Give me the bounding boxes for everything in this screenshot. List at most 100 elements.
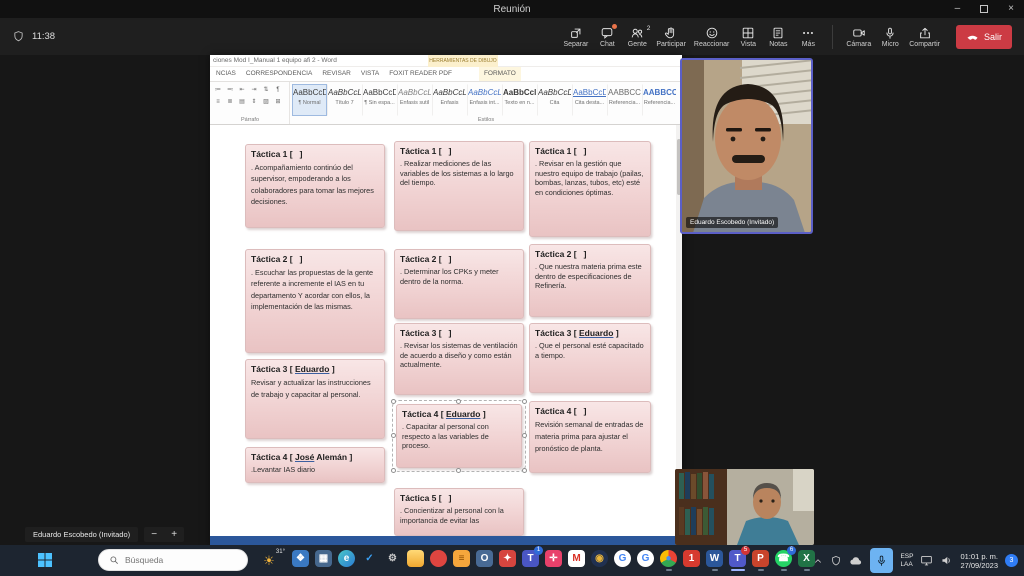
file-explorer-icon[interactable]	[407, 550, 424, 567]
selection-handle[interactable]	[391, 468, 396, 473]
selection-handle[interactable]	[456, 468, 461, 473]
todo-check-icon[interactable]: ✓	[361, 550, 378, 567]
minimize-button[interactable]: –	[955, 4, 961, 14]
tactic-box[interactable]: Táctica 3 [ Eduardo ] Revisar y actualiz…	[245, 359, 385, 439]
start-button[interactable]	[36, 552, 53, 569]
people-share-icon[interactable]: ✦	[499, 550, 516, 567]
vista-button[interactable]: Vista	[733, 23, 763, 50]
notas-button[interactable]: Notas	[763, 23, 793, 50]
participar-button[interactable]: Participar	[652, 23, 690, 50]
sort-button[interactable]: ⇅	[260, 84, 272, 96]
pomodoro-app-icon[interactable]	[430, 550, 447, 567]
clock-widget[interactable]: 01:01 p. m. 27/09/2023	[960, 552, 998, 570]
decrease-indent-button[interactable]: ⇤	[236, 84, 248, 96]
spacing-button[interactable]: ⇕	[248, 96, 260, 108]
bullet-list-button[interactable]: ≔	[212, 84, 224, 96]
security-shield-icon[interactable]	[830, 555, 842, 567]
tactic-box[interactable]: Táctica 5 [] . Concientizar al personal …	[394, 488, 524, 536]
tactic-box[interactable]: Táctica 1 [] . Realizar mediciones de la…	[394, 141, 524, 231]
participant-video-main[interactable]: Eduardo Escobedo (Invitado)	[680, 58, 813, 234]
zoom-in-button[interactable]: +	[164, 527, 184, 542]
tray-microphone-button[interactable]	[870, 548, 893, 573]
style-item[interactable]: AaBbCcD ¶ Normal	[292, 84, 327, 116]
powerpoint-icon[interactable]: P	[752, 550, 769, 567]
google-search-icon-2[interactable]: G	[637, 550, 654, 567]
micro-button[interactable]: Micro	[875, 23, 905, 50]
office-app-icon[interactable]: O	[476, 550, 493, 567]
maximize-button[interactable]	[980, 5, 988, 13]
chrome-icon[interactable]: ●	[660, 550, 677, 567]
tactic-box[interactable]: Táctica 2 [] . Que nuestra materia prima…	[529, 244, 651, 317]
excel-icon[interactable]: X	[798, 550, 815, 567]
weather-widget[interactable]: ☀ 31°	[256, 550, 282, 572]
display-icon[interactable]	[920, 554, 933, 567]
google-search-icon[interactable]: G	[614, 550, 631, 567]
tab-revisar[interactable]: REVISAR	[317, 67, 356, 81]
style-item[interactable]: AaBbCcL Énfasis	[432, 84, 467, 116]
tactic-box[interactable]: Táctica 3 [ Eduardo ] . Que el personal …	[529, 323, 651, 393]
tactic-box[interactable]: Táctica 1 [] . Revisar en la gestión que…	[529, 141, 651, 237]
selection-handle[interactable]	[456, 399, 461, 404]
word-icon[interactable]: W	[706, 550, 723, 567]
red-one-app-icon[interactable]: 1	[683, 550, 700, 567]
self-view-video[interactable]	[675, 469, 814, 545]
tab-referencias[interactable]: NCIAS	[211, 67, 241, 81]
selection-handle[interactable]	[522, 399, 527, 404]
taskbar-search[interactable]	[98, 549, 248, 571]
style-item[interactable]: AaBbCcD Cita	[537, 84, 572, 116]
zoom-out-button[interactable]: −	[144, 527, 164, 542]
language-indicator[interactable]: ESP LAA	[900, 553, 913, 568]
tactic-box[interactable]: Táctica 2 [] . Determinar los CPKs y met…	[394, 249, 524, 319]
settings-gear-icon[interactable]: ⚙	[384, 550, 401, 567]
style-item[interactable]: AABBCC Referencia...	[642, 84, 677, 116]
close-button[interactable]: ×	[1008, 4, 1014, 14]
style-item[interactable]: AaBbCcL Énfasis int...	[467, 84, 502, 116]
style-item[interactable]: AaBbCcL Título 7	[327, 84, 362, 116]
tactic-box-selected[interactable]: Táctica 4 [ Eduardo ] . Capacitar al per…	[396, 404, 522, 468]
tab-correspondencia[interactable]: CORRESPONDENCIA	[241, 67, 317, 81]
mas-button[interactable]: Más	[793, 23, 823, 50]
separar-button[interactable]: Separar	[559, 23, 592, 50]
align-justify-button[interactable]: ≣	[224, 96, 236, 108]
style-item[interactable]: AaBbCcD ¶ Sin espa...	[362, 84, 397, 116]
selection-handle[interactable]	[391, 399, 396, 404]
onedrive-cloud-icon[interactable]	[849, 554, 863, 568]
photos-app-icon[interactable]: ❖	[292, 550, 309, 567]
gmail-icon[interactable]: M	[568, 550, 585, 567]
notification-count-badge[interactable]: 3	[1005, 554, 1018, 567]
calculator-app-icon[interactable]: ▦	[315, 550, 332, 567]
camara-button[interactable]: Cámara	[842, 23, 875, 50]
tactic-box[interactable]: Táctica 1 [] . Acompañamiento continúo d…	[245, 144, 385, 228]
reaccionar-button[interactable]: Reaccionar	[690, 23, 733, 50]
line-spacing-button[interactable]: ▤	[236, 96, 248, 108]
whatsapp-icon[interactable]: ☎ 6	[775, 550, 792, 567]
notes-app-icon[interactable]: ≡	[453, 550, 470, 567]
dark-circle-app-icon[interactable]: ◉	[591, 550, 608, 567]
tab-vista[interactable]: VISTA	[356, 67, 384, 81]
clock-app-icon[interactable]: ✛	[545, 550, 562, 567]
increase-indent-button[interactable]: ⇥	[248, 84, 260, 96]
teams-chat-icon[interactable]: T 1	[522, 550, 539, 567]
tab-foxit-reader-pdf[interactable]: FOXIT READER PDF	[384, 67, 457, 81]
search-input[interactable]	[125, 555, 237, 565]
tactic-box[interactable]: Táctica 2 [] . Escuchar las propuestas d…	[245, 249, 385, 353]
tray-overflow-chevron-icon[interactable]	[813, 556, 823, 566]
selection-handle[interactable]	[391, 433, 396, 438]
numbered-list-button[interactable]: ≕	[224, 84, 236, 96]
tactic-box[interactable]: Táctica 3 [] . Revisar los sistemas de v…	[394, 323, 524, 395]
compartir-button[interactable]: Compartir	[905, 23, 944, 50]
tactic-box[interactable]: Táctica 4 [] Revisión semanal de entrada…	[529, 401, 651, 473]
tactic-box[interactable]: Táctica 4 [ José Alemán ] .Levantar IAS …	[245, 447, 385, 483]
chat-button[interactable]: Chat	[592, 23, 622, 50]
leave-meeting-button[interactable]: Salir	[956, 25, 1012, 49]
shading-button[interactable]: ▨	[260, 96, 272, 108]
style-item[interactable]: AaBbCcL Énfasis sutil	[397, 84, 432, 116]
selection-handle[interactable]	[522, 433, 527, 438]
gente-button[interactable]: 2 Gente	[622, 23, 652, 50]
style-item[interactable]: AABBCC Referencia...	[607, 84, 642, 116]
style-item[interactable]: AaBbCcl Texto en n...	[502, 84, 537, 116]
speaker-icon[interactable]	[940, 554, 953, 567]
style-item[interactable]: AaBbCcD Cita desta...	[572, 84, 607, 116]
teams-icon[interactable]: T 5	[729, 550, 746, 567]
edge-browser-icon[interactable]: e	[338, 550, 355, 567]
